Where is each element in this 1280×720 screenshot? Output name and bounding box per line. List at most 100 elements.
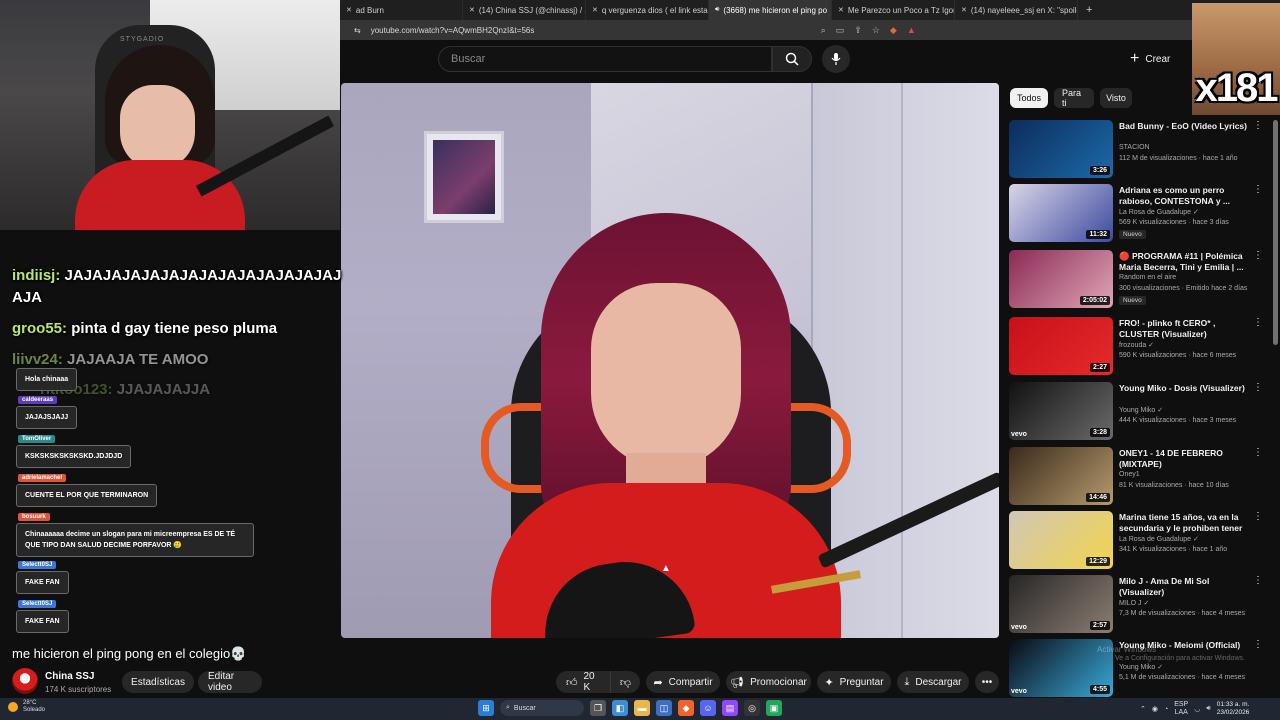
edit-video-button[interactable]: Editar video (198, 671, 262, 693)
more-options-icon[interactable]: ⋮ (1253, 317, 1263, 328)
more-options-icon[interactable]: ⋮ (1253, 382, 1263, 393)
share-icon[interactable]: ⇪ (854, 25, 862, 36)
browser-tab[interactable]: ✕ (14) China SSJ (@chinassj) / X (463, 0, 586, 20)
recommendation-title[interactable]: ONEY1 - 14 DE FEBRERO (MIXTAPE) (1119, 448, 1249, 470)
ask-button[interactable]: ✦ Preguntar (817, 671, 891, 693)
wifi-icon[interactable]: ◡ (1194, 705, 1200, 713)
chip-watched[interactable]: Visto (1100, 88, 1132, 108)
clock[interactable]: 01:33 a. m. 23/02/2026 (1217, 701, 1250, 717)
dislike-button[interactable]: 👎︎ (610, 671, 640, 693)
browser-tab[interactable]: ✕(14) nayeleee_ssj en X: "spoiler de m (955, 0, 1078, 20)
more-options-icon[interactable]: ⋮ (1253, 639, 1263, 650)
widgets-icon[interactable]: ◧ (612, 700, 628, 716)
recommendation-thumbnail[interactable]: vevo 2:57 (1009, 575, 1113, 633)
recommendation-thumbnail[interactable]: 11:32 (1009, 184, 1113, 242)
recommendation-title[interactable]: FRO! - plinko ft CERO* , CLUSTER (Visual… (1119, 318, 1249, 340)
more-options-icon[interactable]: ⋮ (1253, 250, 1263, 261)
recommendation-channel[interactable]: Young Miko ✓ (1119, 663, 1163, 671)
chat-message: groo55: pinta d gay tiene peso pluma (12, 318, 342, 340)
like-button[interactable]: 👍︎ 20 K (556, 671, 610, 693)
tray-chevron-icon[interactable]: ⌃ (1140, 705, 1146, 713)
site-info-icon[interactable]: ⇆ (354, 26, 361, 35)
weather-widget[interactable]: 28°C Soleado (8, 700, 45, 714)
discord-icon[interactable]: ☺ (700, 700, 716, 716)
browser-tab[interactable]: ✕ ad Burn (340, 0, 463, 20)
recommendation-item[interactable]: 14:46 ONEY1 - 14 DE FEBRERO (MIXTAPE) Oney… (1009, 447, 1269, 507)
windows-start-icon[interactable]: ⊞ (478, 700, 494, 716)
recommendation-channel[interactable]: Young Miko ✓ (1119, 406, 1163, 414)
twitch-icon[interactable]: ▤ (722, 700, 738, 716)
recommendation-item[interactable]: 2:27 FRO! - plinko ft CERO* , CLUSTER (Vi… (1009, 317, 1269, 377)
recommendation-title[interactable]: Adriana es como un perro rabioso, CONTES… (1119, 185, 1249, 207)
cast-icon[interactable]: ▭ (836, 25, 845, 36)
recommendation-channel[interactable]: La Rosa de Guadalupe ✓ (1119, 208, 1199, 216)
recommendation-channel[interactable]: Oney1 (1119, 471, 1140, 478)
sidebar-scrollbar[interactable] (1273, 120, 1278, 345)
recommendation-channel[interactable]: Random en el aire (1119, 274, 1176, 281)
network-icon[interactable]: ◔ (1164, 706, 1168, 713)
stats-button[interactable]: Estadísticas (122, 671, 194, 693)
recommendation-channel[interactable]: STACION (1119, 144, 1150, 151)
recommendation-title[interactable]: Marina tiene 15 años, va en la secundari… (1119, 512, 1249, 534)
recommendation-thumbnail[interactable]: 12:29 (1009, 511, 1113, 569)
recommendation-channel[interactable]: La Rosa de Guadalupe ✓ (1119, 535, 1199, 543)
more-options-icon[interactable]: ⋮ (1253, 511, 1263, 522)
recommendation-thumbnail[interactable]: 2:27 (1009, 317, 1113, 375)
zoom-icon[interactable]: ⌕ (821, 25, 826, 36)
brave-shield-icon[interactable]: ◆ (890, 25, 897, 36)
obs-icon[interactable]: ◎ (744, 700, 760, 716)
video-player[interactable]: ▲ (341, 83, 999, 638)
browser-tab[interactable]: 🔊︎(3668) me hicieron el ping po✕ (709, 0, 832, 20)
brave-browser-icon[interactable]: ◆ (678, 700, 694, 716)
browser-tab[interactable]: ✕Me Parezco un Poco a Tz Igor y Wim (832, 0, 955, 20)
more-options-icon[interactable]: ⋮ (1253, 184, 1263, 195)
volume-icon[interactable]: 🔊︎ (1206, 705, 1210, 713)
recommendation-channel[interactable]: frozouda ✓ (1119, 341, 1154, 349)
store-icon[interactable]: ◫ (656, 700, 672, 716)
task-view-icon[interactable]: ❐ (590, 700, 606, 716)
recommendation-thumbnail[interactable]: 2:05:02 (1009, 250, 1113, 308)
file-explorer-icon[interactable]: ▬ (634, 700, 650, 716)
video-duration: 2:57 (1089, 621, 1110, 630)
more-options-icon[interactable]: ⋮ (1253, 120, 1263, 131)
promote-button[interactable]: 📢︎ Promocionar (726, 671, 811, 693)
recommendation-item[interactable]: vevo 3:28 Young Miko - Dosis (Visualizer) Y… (1009, 382, 1269, 442)
url-text[interactable]: youtube.com/watch?v=AQwmBH2QnzI&t=56s (371, 26, 801, 35)
download-button[interactable]: ⤓ Descargar (897, 671, 969, 693)
voice-search-button[interactable] (822, 45, 850, 73)
more-actions-button[interactable]: ••• (975, 671, 999, 693)
new-tab-button[interactable]: + (1078, 4, 1100, 16)
recommendation-item[interactable]: 12:29 Marina tiene 15 años, va en la secu… (1009, 511, 1269, 571)
app-icon[interactable]: ▣ (766, 700, 782, 716)
browser-tab[interactable]: ✕q verguenza dios ( el link esta en su (586, 0, 709, 20)
recommendation-title[interactable]: Milo J - Ama De Mi Sol (Visualizer) (1119, 576, 1249, 598)
brave-rewards-icon[interactable]: ▲ (907, 25, 916, 36)
tray-app-icon[interactable]: ◉ (1152, 705, 1158, 713)
address-bar[interactable]: ⇆ youtube.com/watch?v=AQwmBH2QnzI&t=56s … (340, 20, 1280, 40)
taskbar-search[interactable]: ⌕ Buscar (500, 700, 584, 716)
recommendation-item[interactable]: 2:05:02 🔴 PROGRAMA #11 | Polémica Maria B… (1009, 250, 1269, 310)
language-indicator[interactable]: ESP LAA (1174, 701, 1188, 717)
recommendation-thumbnail[interactable]: vevo 3:28 (1009, 382, 1113, 440)
recommendation-item[interactable]: 3:26 Bad Bunny - EoO (Video Lyrics) STACIO… (1009, 120, 1269, 180)
browser-tab-label: Me Parezco un Poco a Tz Igor y Wim (847, 5, 955, 15)
more-options-icon[interactable]: ⋮ (1253, 575, 1263, 586)
channel-avatar[interactable] (12, 668, 38, 694)
create-button[interactable]: + Crear (1130, 48, 1182, 70)
share-button[interactable]: ➦ Compartir (646, 671, 720, 693)
recommendation-thumbnail[interactable]: 14:46 (1009, 447, 1113, 505)
more-options-icon[interactable]: ⋮ (1253, 447, 1263, 458)
chip-for-you[interactable]: Para ti (1054, 88, 1094, 108)
search-input[interactable]: Buscar (438, 46, 772, 72)
recommendation-channel[interactable]: MILO J ✓ (1119, 599, 1149, 607)
recommendation-item[interactable]: vevo 2:57 Milo J - Ama De Mi Sol (Visualiz… (1009, 575, 1269, 635)
recommendation-title[interactable]: 🔴 PROGRAMA #11 | Polémica Maria Becerra,… (1119, 251, 1249, 273)
recommendation-title[interactable]: Young Miko - Dosis (Visualizer) (1119, 383, 1249, 394)
recommendation-title[interactable]: Bad Bunny - EoO (Video Lyrics) (1119, 121, 1249, 132)
chip-all[interactable]: Todos (1010, 88, 1048, 108)
channel-name[interactable]: China SSJ (45, 671, 94, 682)
search-button[interactable] (772, 46, 812, 72)
bookmark-star-icon[interactable]: ☆ (872, 25, 880, 36)
recommendation-thumbnail[interactable]: 3:26 (1009, 120, 1113, 178)
recommendation-item[interactable]: 11:32 Adriana es como un perro rabioso, C… (1009, 184, 1269, 244)
